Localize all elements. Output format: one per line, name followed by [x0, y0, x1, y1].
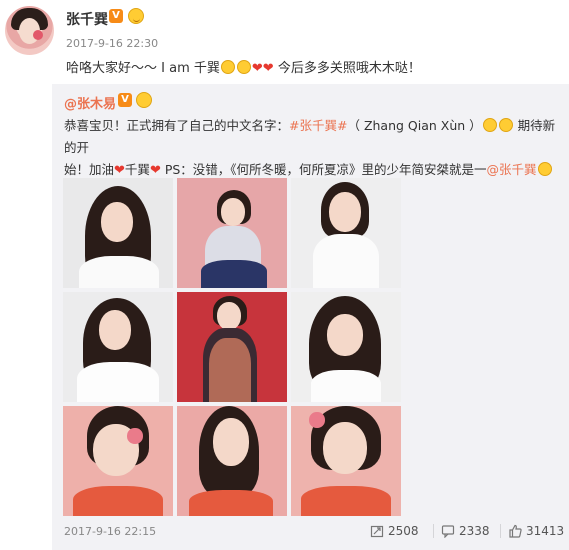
- like-button[interactable]: 31413: [508, 524, 564, 538]
- divider: [433, 524, 434, 538]
- hashtag-link[interactable]: #张千巽#: [289, 118, 347, 133]
- post-timestamp[interactable]: 2017-9-16 22:30: [66, 37, 158, 50]
- divider: [500, 524, 501, 538]
- repost-text-part: 始！加油: [64, 162, 115, 177]
- repost-text-part: PS：没错，《何所冬暖，何所夏凉》里的少年简安桀就是一: [160, 162, 487, 177]
- comment-button[interactable]: 2338: [441, 524, 490, 538]
- repost-timestamp[interactable]: 2017-9-16 22:15: [64, 525, 156, 538]
- blush-emoji-icon: [236, 60, 251, 74]
- photo-thumbnail[interactable]: [177, 178, 287, 288]
- kiss-emoji-icon: [498, 118, 513, 132]
- heart-icon: ❤: [262, 61, 274, 76]
- member-emoji-icon: [136, 92, 152, 108]
- repost-text-part: 恭喜宝贝！正式拥有了自己的中文名字：: [64, 118, 290, 133]
- repost-text-part: 千巽: [124, 162, 150, 177]
- photo-thumbnail[interactable]: [63, 292, 173, 402]
- smile-emoji-icon: [537, 162, 552, 176]
- verified-icon: V: [118, 93, 132, 107]
- photo-thumbnail[interactable]: [63, 406, 173, 516]
- like-count: 31413: [526, 524, 565, 538]
- photo-grid: [63, 178, 403, 518]
- blush-emoji-icon: [220, 60, 235, 74]
- comment-icon: [441, 525, 455, 538]
- heart-icon: ❤: [251, 61, 263, 76]
- comment-count: 2338: [459, 524, 490, 538]
- repost-text-part: （ Zhang Qian Xùn ）: [347, 118, 482, 133]
- photo-thumbnail[interactable]: [291, 406, 401, 516]
- repost-count: 2508: [388, 524, 419, 538]
- photo-thumbnail[interactable]: [177, 292, 287, 402]
- mention-link[interactable]: @张千巽: [487, 162, 537, 177]
- author-name[interactable]: 张千巽: [66, 9, 108, 29]
- kiss-emoji-icon: [482, 118, 497, 132]
- photo-thumbnail[interactable]: [63, 178, 173, 288]
- repost-card: @张木易 V 恭喜宝贝！正式拥有了自己的中文名字：#张千巽#（ Zhang Qi…: [52, 84, 569, 550]
- repost-button[interactable]: 2508: [370, 524, 419, 538]
- repost-author[interactable]: @张木易: [64, 93, 116, 112]
- member-emoji-icon: [128, 8, 144, 24]
- photo-thumbnail[interactable]: [177, 406, 287, 516]
- thumbs-up-icon: [509, 524, 522, 538]
- repost-text: 恭喜宝贝！正式拥有了自己的中文名字：#张千巽#（ Zhang Qian Xùn …: [64, 115, 564, 182]
- photo-thumbnail[interactable]: [291, 178, 401, 288]
- author-avatar[interactable]: [5, 6, 54, 55]
- post-text-before: 哈咯大家好～～ I am 千巽: [66, 61, 220, 76]
- verified-icon: V: [109, 9, 123, 23]
- avatar-flower: [33, 30, 43, 40]
- post-text-after: 今后多多关照哦木木哒！: [273, 61, 421, 76]
- photo-thumbnail[interactable]: [291, 292, 401, 402]
- post-text: 哈咯大家好～～ I am 千巽 ❤❤ 今后多多关照哦木木哒！: [66, 57, 421, 76]
- repost-icon: [370, 525, 384, 538]
